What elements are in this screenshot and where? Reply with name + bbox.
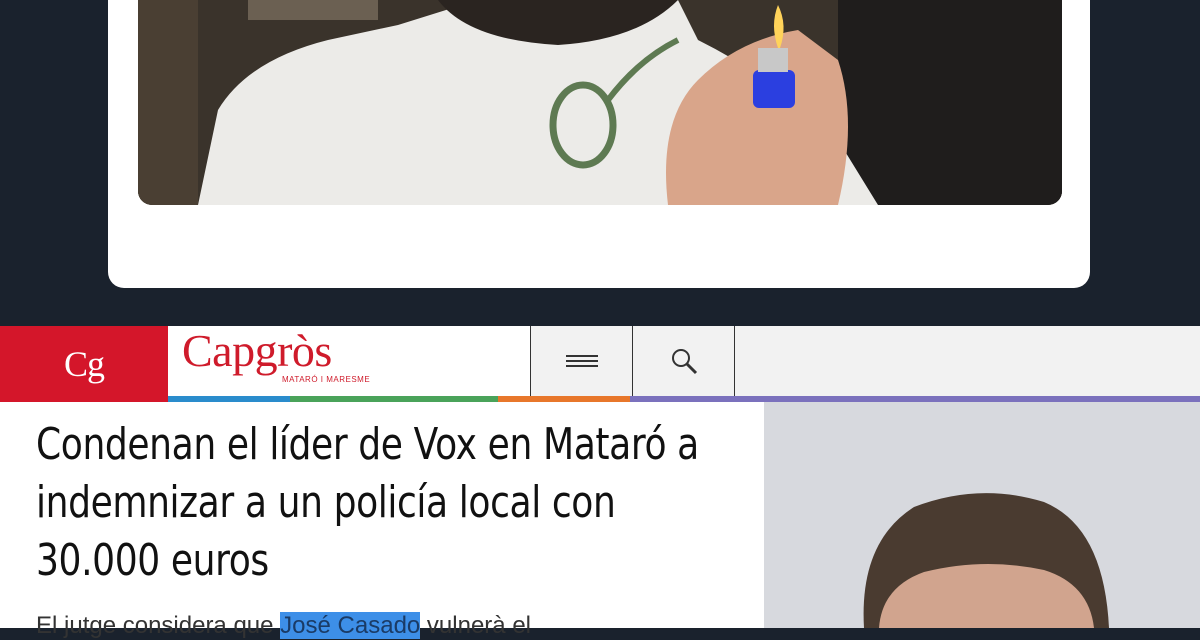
lead-text-before: El jutge considera que <box>36 612 281 639</box>
embedded-tweet-area <box>0 0 1200 326</box>
lead-highlighted-name[interactable]: José Casado <box>280 612 421 639</box>
site-navbar: Cg Capgròs MATARÓ I MARESME <box>0 325 1200 402</box>
search-icon <box>671 349 697 375</box>
article-headline[interactable]: Condenan el líder de Vox en Mataró a ind… <box>36 416 746 590</box>
news-screenshot: Cg Capgròs MATARÓ I MARESME Condenan el … <box>0 325 1200 639</box>
tweet-photo[interactable] <box>138 0 1062 205</box>
man-lighting-cigarette-image <box>138 0 1062 205</box>
logo-tagline: MATARÓ I MARESME <box>282 375 371 384</box>
article-photo[interactable] <box>764 402 1200 628</box>
site-logo[interactable]: Capgròs MATARÓ I MARESME <box>168 325 530 396</box>
man-portrait-image <box>764 402 1200 628</box>
article-content: Condenan el líder de Vox en Mataró a ind… <box>0 402 764 639</box>
logo-wordmark: Capgròs <box>182 325 332 376</box>
lead-text-after: vulnerà el <box>420 612 531 639</box>
search-button[interactable] <box>632 326 735 396</box>
site-badge-text: Cg <box>63 344 105 384</box>
hamburger-menu-icon <box>565 355 598 367</box>
menu-button[interactable] <box>530 326 632 396</box>
article-lead: El jutge considera que José Casado vulne… <box>36 612 531 640</box>
site-badge[interactable]: Cg <box>0 326 168 402</box>
